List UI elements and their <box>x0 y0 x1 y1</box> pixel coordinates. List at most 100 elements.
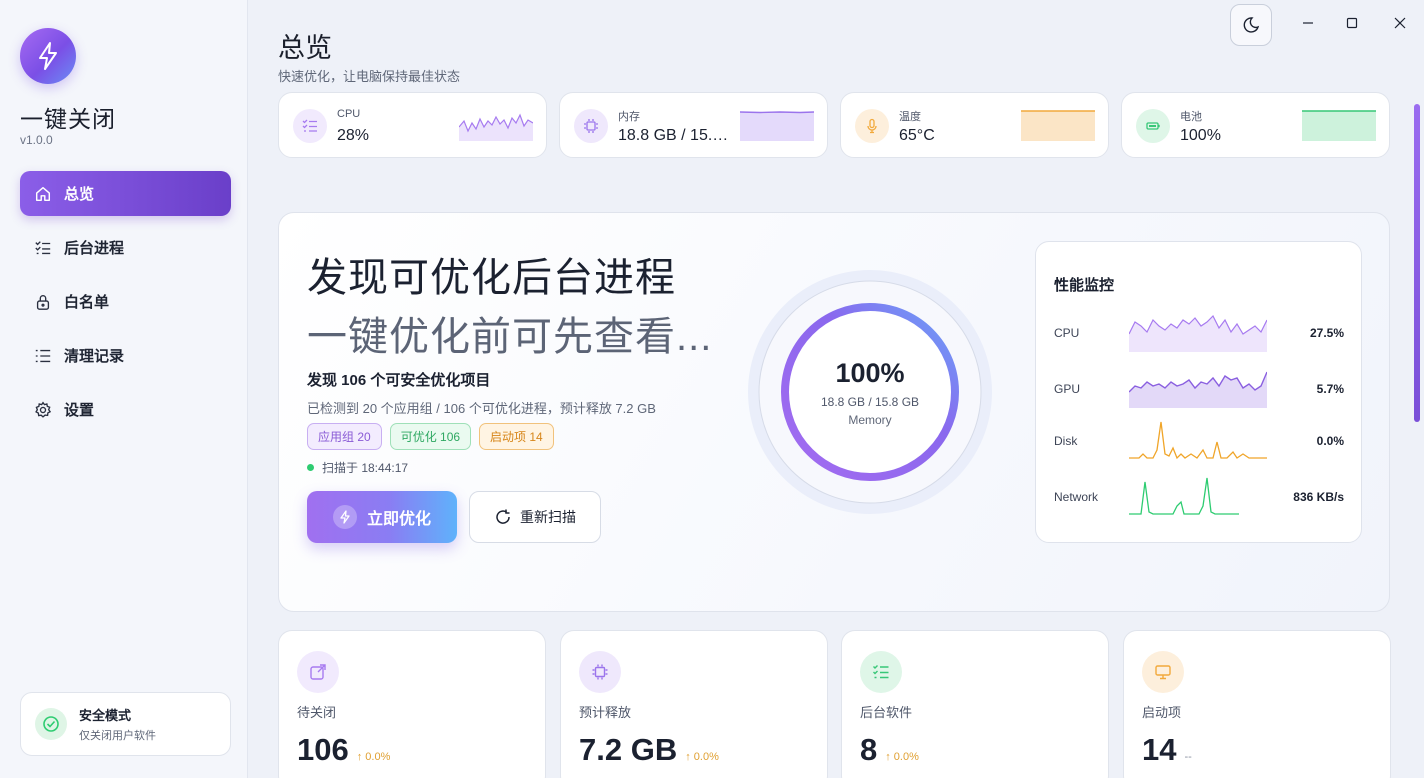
perf-row-gpu: GPU 5.7% <box>1054 368 1344 412</box>
summary-delta: -- <box>1184 751 1192 763</box>
stat-label: 内存 <box>618 111 640 123</box>
list-check-icon <box>35 240 51 254</box>
temperature-sparkline <box>1021 110 1095 141</box>
page-subtitle: 快速优化，让电脑保持最佳状态 <box>278 69 461 84</box>
theme-toggle-button[interactable] <box>1230 4 1272 46</box>
hero-subtitle: 一键优化前可先查看... <box>307 315 713 359</box>
battery-icon <box>1136 109 1170 143</box>
thermometer-icon <box>855 109 889 143</box>
sidebar-item-settings[interactable]: 设置 <box>20 387 231 432</box>
app-name: 一键关闭 <box>20 106 116 132</box>
hero-detail-text: 已检测到 20 个应用组 / 106 个可优化进程，预计释放 7.2 GB <box>307 401 656 416</box>
stat-value: 100% <box>1180 127 1221 144</box>
safe-mode-title: 安全模式 <box>79 708 132 723</box>
lock-icon <box>36 294 50 310</box>
optimize-now-button[interactable]: 立即优化 <box>307 491 457 543</box>
tag-app-groups[interactable]: 应用组 20 <box>307 423 382 450</box>
summary-label: 启动项 <box>1142 705 1182 720</box>
maximize-icon <box>1346 17 1358 29</box>
sidebar-item-whitelist[interactable]: 白名单 <box>20 279 231 324</box>
minimize-button[interactable] <box>1292 8 1324 38</box>
sidebar-item-label: 设置 <box>64 402 95 419</box>
bolt-icon <box>39 42 57 70</box>
app-logo <box>20 28 76 84</box>
summary-value-row: 8 ↑ 0.0% <box>860 732 919 768</box>
tag-startup[interactable]: 启动项 14 <box>479 423 554 450</box>
optimize-hero-card: 发现可优化后台进程 一键优化前可先查看... 发现 106 个可安全优化项目 已… <box>278 212 1390 612</box>
home-icon <box>35 186 51 201</box>
sidebar-item-history[interactable]: 清理记录 <box>20 333 231 378</box>
sidebar-item-processes[interactable]: 后台进程 <box>20 225 231 270</box>
summary-value-row: 14 -- <box>1142 732 1192 768</box>
summary-delta: ↑ 0.0% <box>885 751 919 763</box>
summary-label: 待关闭 <box>297 705 337 720</box>
perf-row-cpu: CPU 27.5% <box>1054 312 1344 356</box>
scan-time-text: 扫描于 18:44:17 <box>322 461 409 475</box>
app-version: v1.0.0 <box>20 133 53 147</box>
stat-label: 电池 <box>1180 111 1202 123</box>
summary-card-startup-items: 启动项 14 -- <box>1123 630 1391 778</box>
tag-optimizable[interactable]: 可优化 106 <box>389 423 472 450</box>
cpu-sparkline <box>459 113 533 141</box>
minimize-icon <box>1303 22 1313 24</box>
summary-value-row: 7.2 GB ↑ 0.0% <box>579 732 719 768</box>
rescan-button[interactable]: 重新扫描 <box>469 491 601 543</box>
gauge-label: Memory <box>848 412 892 427</box>
summary-card-to-close: 待关闭 106 ↑ 0.0% <box>278 630 546 778</box>
scrollbar-thumb[interactable] <box>1414 104 1420 422</box>
gauge-readout: 100% 18.8 GB / 15.8 GB Memory <box>747 269 993 515</box>
stat-card-memory: 内存 18.8 GB / 15.8 GB <box>559 92 828 158</box>
perf-value: 5.7% <box>1316 382 1344 396</box>
sidebar-item-overview[interactable]: 总览 <box>20 171 231 216</box>
sidebar-item-label: 白名单 <box>64 294 110 311</box>
battery-sparkline <box>1302 110 1376 141</box>
gauge-percent: 100% <box>835 357 905 388</box>
rescan-label: 重新扫描 <box>520 509 576 525</box>
maximize-button[interactable] <box>1336 8 1368 38</box>
summary-value: 106 <box>297 732 349 767</box>
performance-title: 性能监控 <box>1054 277 1115 294</box>
perf-label: Network <box>1054 490 1099 504</box>
summary-delta: ↑ 0.0% <box>356 751 391 763</box>
list-check-icon <box>860 651 902 693</box>
perf-row-disk: Disk 0.0% <box>1054 420 1344 464</box>
perf-label: Disk <box>1054 434 1078 448</box>
stat-card-temperature: 温度 65°C <box>840 92 1109 158</box>
memory-sparkline <box>740 111 814 141</box>
monitor-icon <box>1142 651 1184 693</box>
stat-label: 温度 <box>899 111 921 123</box>
perf-value: 27.5% <box>1309 326 1344 340</box>
performance-monitor-card: 性能监控 CPU 27.5% GPU 5.7% Disk 0.0% Networ… <box>1035 241 1362 543</box>
close-icon <box>1394 17 1406 29</box>
stat-value: 28% <box>337 127 370 144</box>
gpu-chart <box>1129 371 1267 408</box>
summary-value: 8 <box>860 732 878 767</box>
sidebar-item-label: 总览 <box>64 186 95 203</box>
cpu-chart <box>1129 314 1267 352</box>
sidebar-item-label: 后台进程 <box>64 240 125 257</box>
safe-mode-card[interactable]: 安全模式 仅关闭用户软件 <box>20 692 231 756</box>
close-button[interactable] <box>1384 8 1416 38</box>
chip-icon <box>579 651 621 693</box>
summary-value: 14 <box>1142 732 1177 767</box>
stat-card-battery: 电池 100% <box>1121 92 1390 158</box>
hero-title: 发现可优化后台进程 <box>307 256 676 300</box>
stat-card-cpu: CPU 28% <box>278 92 547 158</box>
scan-status: 扫描于 18:44:17 <box>307 459 408 476</box>
cpu-list-icon <box>293 109 327 143</box>
stat-value: 65°C <box>899 127 935 144</box>
hero-found-text: 发现 106 个可安全优化项目 <box>307 372 491 389</box>
bolt-icon <box>332 505 357 529</box>
perf-row-network: Network 836 KB/s <box>1054 476 1344 520</box>
stat-label: CPU <box>337 108 361 120</box>
summary-card-background-apps: 后台软件 8 ↑ 0.0% <box>841 630 1109 778</box>
list-icon <box>35 349 51 362</box>
refresh-icon <box>496 509 510 524</box>
summary-value: 7.2 GB <box>579 732 678 767</box>
summary-value-row: 106 ↑ 0.0% <box>297 732 390 768</box>
tag-row: 应用组 20 可优化 106 启动项 14 <box>307 423 554 450</box>
sidebar-nav: 总览 后台进程 白名单 清理记录 设置 <box>20 171 231 441</box>
perf-label: CPU <box>1054 326 1080 340</box>
perf-label: GPU <box>1054 382 1081 396</box>
safe-mode-subtitle: 仅关闭用户软件 <box>79 730 156 742</box>
